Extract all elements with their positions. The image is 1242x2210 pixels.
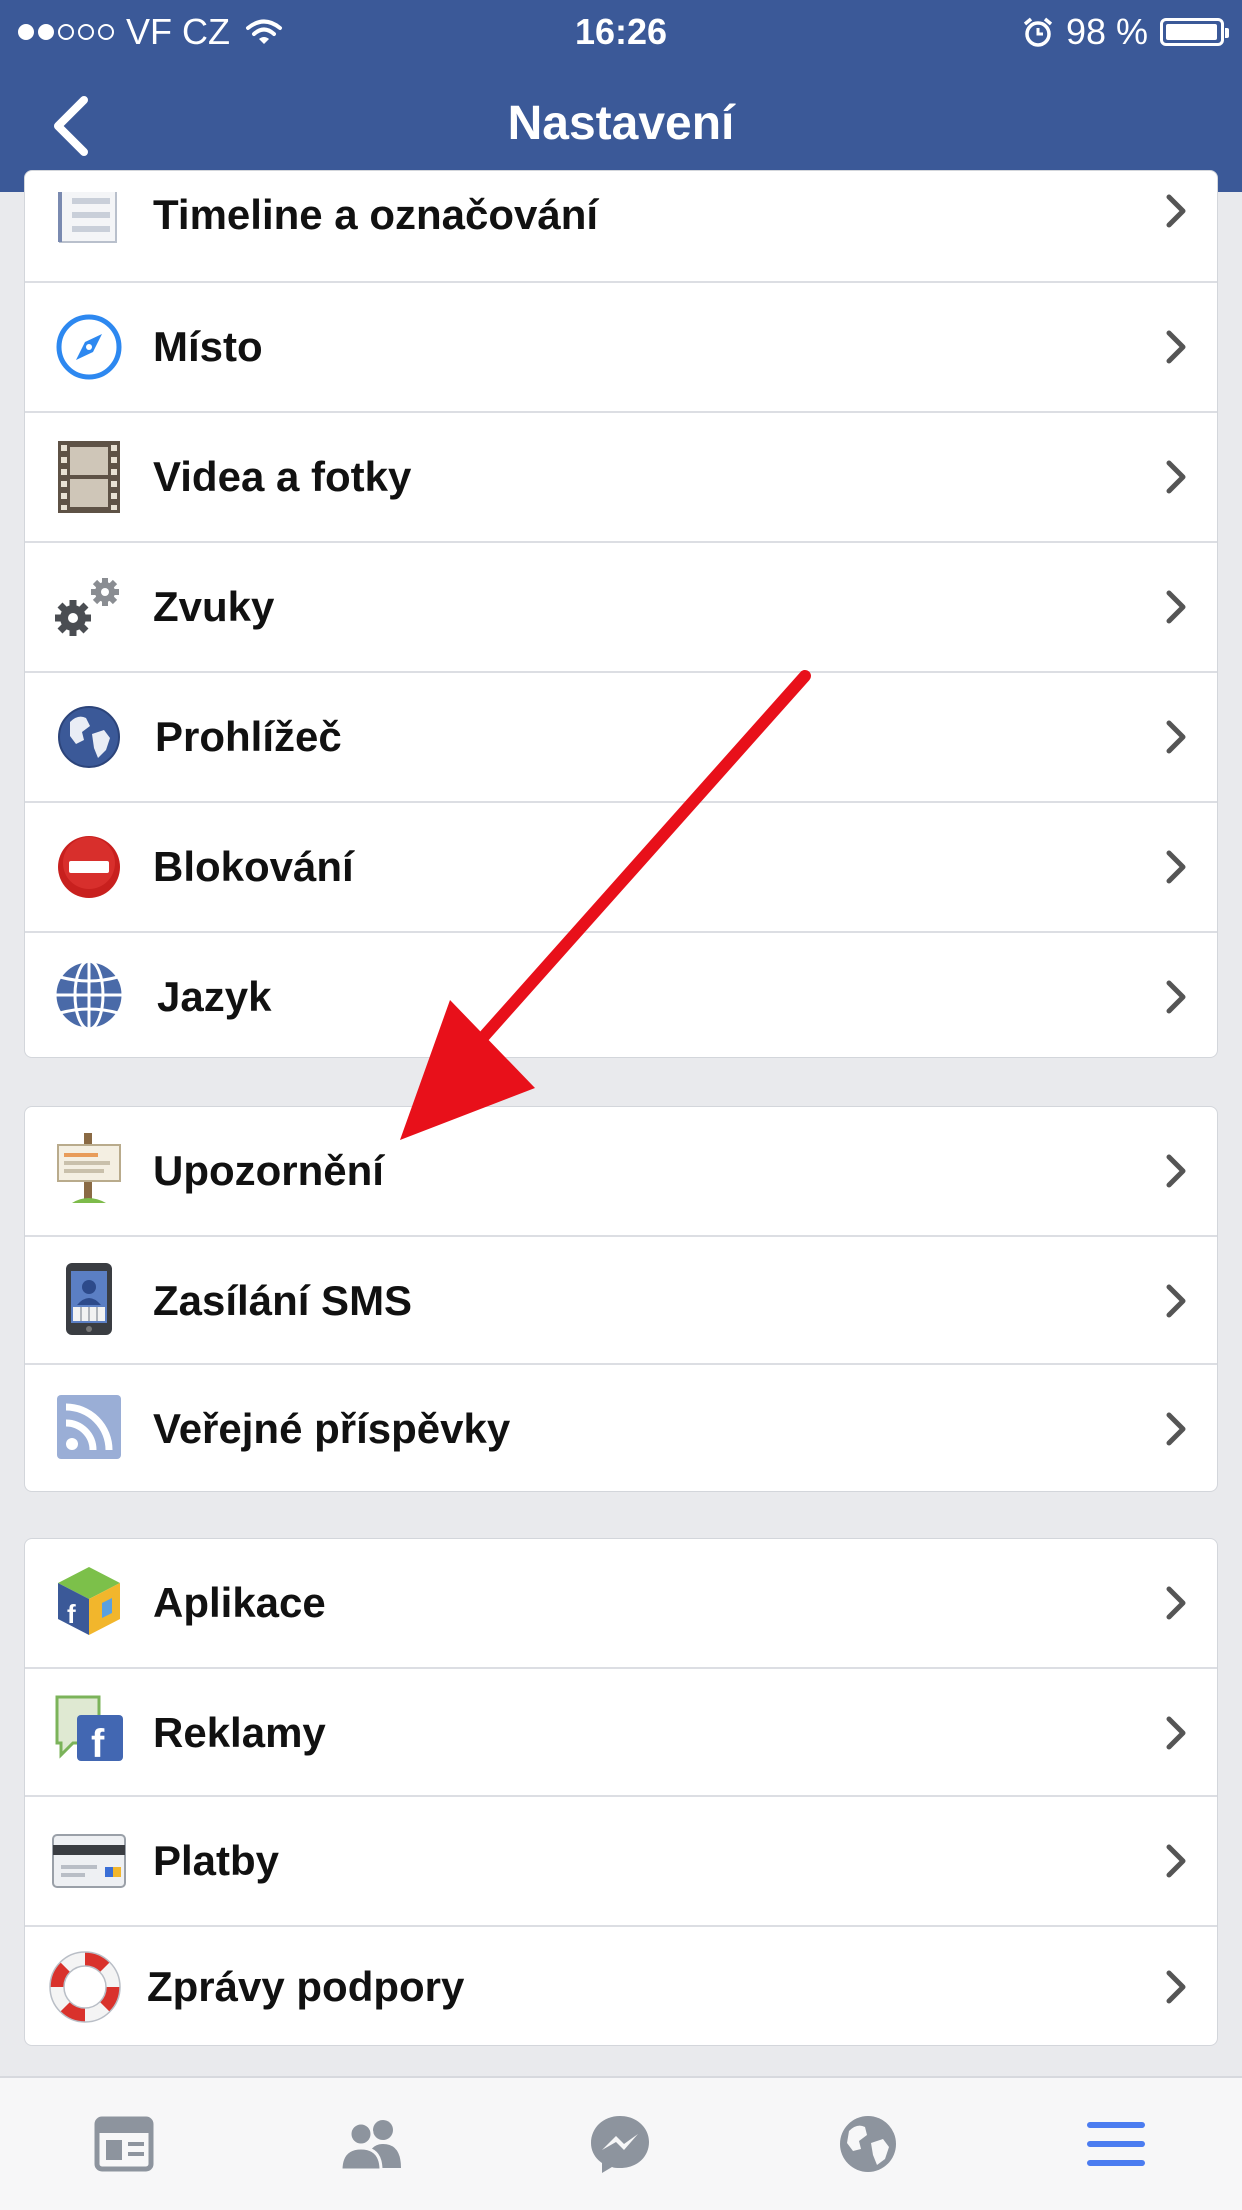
language-globe-icon	[49, 955, 129, 1035]
settings-item-location[interactable]: Místo	[25, 283, 1217, 411]
news-feed-icon	[94, 2116, 154, 2172]
alarm-icon	[1023, 17, 1053, 47]
film-icon	[49, 437, 129, 517]
settings-item-label: Prohlížeč	[155, 713, 342, 760]
tab-notifications[interactable]	[744, 2078, 992, 2210]
settings-item-label: Veřejné příspěvky	[153, 1405, 511, 1452]
page-title: Nastavení	[507, 97, 735, 150]
tab-news-feed[interactable]	[0, 2078, 248, 2210]
settings-item-language[interactable]: Jazyk	[25, 933, 1217, 1057]
settings-item-videos-photos[interactable]: Videa a fotky	[25, 413, 1217, 541]
settings-item-apps[interactable]: f Aplikace	[25, 1539, 1217, 1667]
settings-section-apps: f Aplikace f Reklamy Platby Zprávy podpo…	[24, 1538, 1218, 2046]
chevron-right-icon	[1166, 1716, 1186, 1750]
battery-icon	[1160, 18, 1229, 46]
status-right: 98 %	[1022, 11, 1229, 53]
gears-icon	[49, 567, 129, 647]
settings-item-blocking[interactable]: Blokování	[25, 803, 1217, 931]
compass-icon	[49, 307, 129, 387]
chevron-right-icon	[1166, 590, 1186, 624]
settings-item-support-messages[interactable]: Zprávy podpory	[25, 1927, 1217, 2045]
settings-item-payments[interactable]: Platby	[25, 1797, 1217, 1925]
settings-section-notifications: Upozornění Zasílání SMS Veřejné příspěvk…	[24, 1106, 1218, 1492]
friends-icon	[339, 2120, 401, 2172]
chevron-right-icon	[1166, 1844, 1186, 1878]
settings-item-label: Videa a fotky	[153, 453, 412, 500]
settings-item-label: Zprávy podpory	[147, 1963, 465, 2010]
app-cube-icon: f	[49, 1561, 129, 1641]
settings-item-label: Zvuky	[153, 583, 275, 630]
ads-icon: f	[49, 1691, 129, 1771]
settings-item-label: Reklamy	[153, 1709, 326, 1756]
settings-item-label: Aplikace	[153, 1579, 326, 1626]
chevron-right-icon	[1166, 460, 1186, 494]
menu-icon	[1087, 2122, 1145, 2166]
phone-icon	[49, 1259, 129, 1339]
notice-sign-icon	[49, 1129, 129, 1209]
chevron-right-icon	[1166, 1586, 1186, 1620]
settings-item-browser[interactable]: Prohlížeč	[25, 673, 1217, 801]
chevron-right-icon	[1166, 850, 1186, 884]
chevron-right-icon	[1166, 194, 1186, 228]
credit-card-icon	[49, 1821, 129, 1901]
settings-item-ads[interactable]: f Reklamy	[25, 1669, 1217, 1795]
status-bar: VF CZ 16:26 98 %	[0, 0, 1242, 64]
rss-icon	[49, 1387, 129, 1467]
globe-icon	[840, 2116, 896, 2172]
globe-browser-icon	[49, 697, 129, 777]
messenger-icon	[591, 2116, 649, 2173]
lifebuoy-icon	[45, 1947, 125, 2027]
settings-item-label: Timeline a označování	[153, 191, 599, 238]
chevron-right-icon	[1166, 720, 1186, 754]
settings-item-label: Blokování	[153, 843, 354, 890]
settings-item-label: Zasílání SMS	[153, 1277, 413, 1324]
timeline-icon	[49, 185, 129, 265]
settings-item-sms[interactable]: Zasílání SMS	[25, 1237, 1217, 1363]
tab-messenger[interactable]	[496, 2078, 744, 2210]
chevron-right-icon	[1166, 1154, 1186, 1188]
svg-text:f: f	[67, 1599, 76, 1629]
chevron-right-icon	[1166, 980, 1186, 1014]
tab-more[interactable]	[992, 2078, 1240, 2210]
settings-item-label: Upozornění	[153, 1147, 384, 1194]
settings-item-timeline[interactable]: Timeline a označování	[25, 171, 1217, 281]
settings-item-label: Místo	[153, 323, 263, 370]
navigation-header: VF CZ 16:26 98 % Nastavení	[0, 0, 1242, 192]
block-icon	[49, 827, 129, 907]
chevron-right-icon	[1166, 1284, 1186, 1318]
settings-item-sounds[interactable]: Zvuky	[25, 543, 1217, 671]
chevron-right-icon	[1166, 1412, 1186, 1446]
settings-item-notifications[interactable]: Upozornění	[25, 1107, 1217, 1235]
chevron-right-icon	[1166, 1970, 1186, 2004]
settings-section-general: Timeline a označování Místo Videa a fotk…	[24, 170, 1218, 1058]
battery-percent: 98 %	[1065, 11, 1148, 52]
tab-bar	[0, 2076, 1242, 2210]
settings-item-label: Platby	[153, 1837, 280, 1884]
settings-item-public-posts[interactable]: Veřejné příspěvky	[25, 1365, 1217, 1491]
settings-item-label: Jazyk	[157, 973, 272, 1020]
tab-friends[interactable]	[248, 2078, 496, 2210]
chevron-right-icon	[1166, 330, 1186, 364]
svg-text:f: f	[91, 1722, 105, 1766]
